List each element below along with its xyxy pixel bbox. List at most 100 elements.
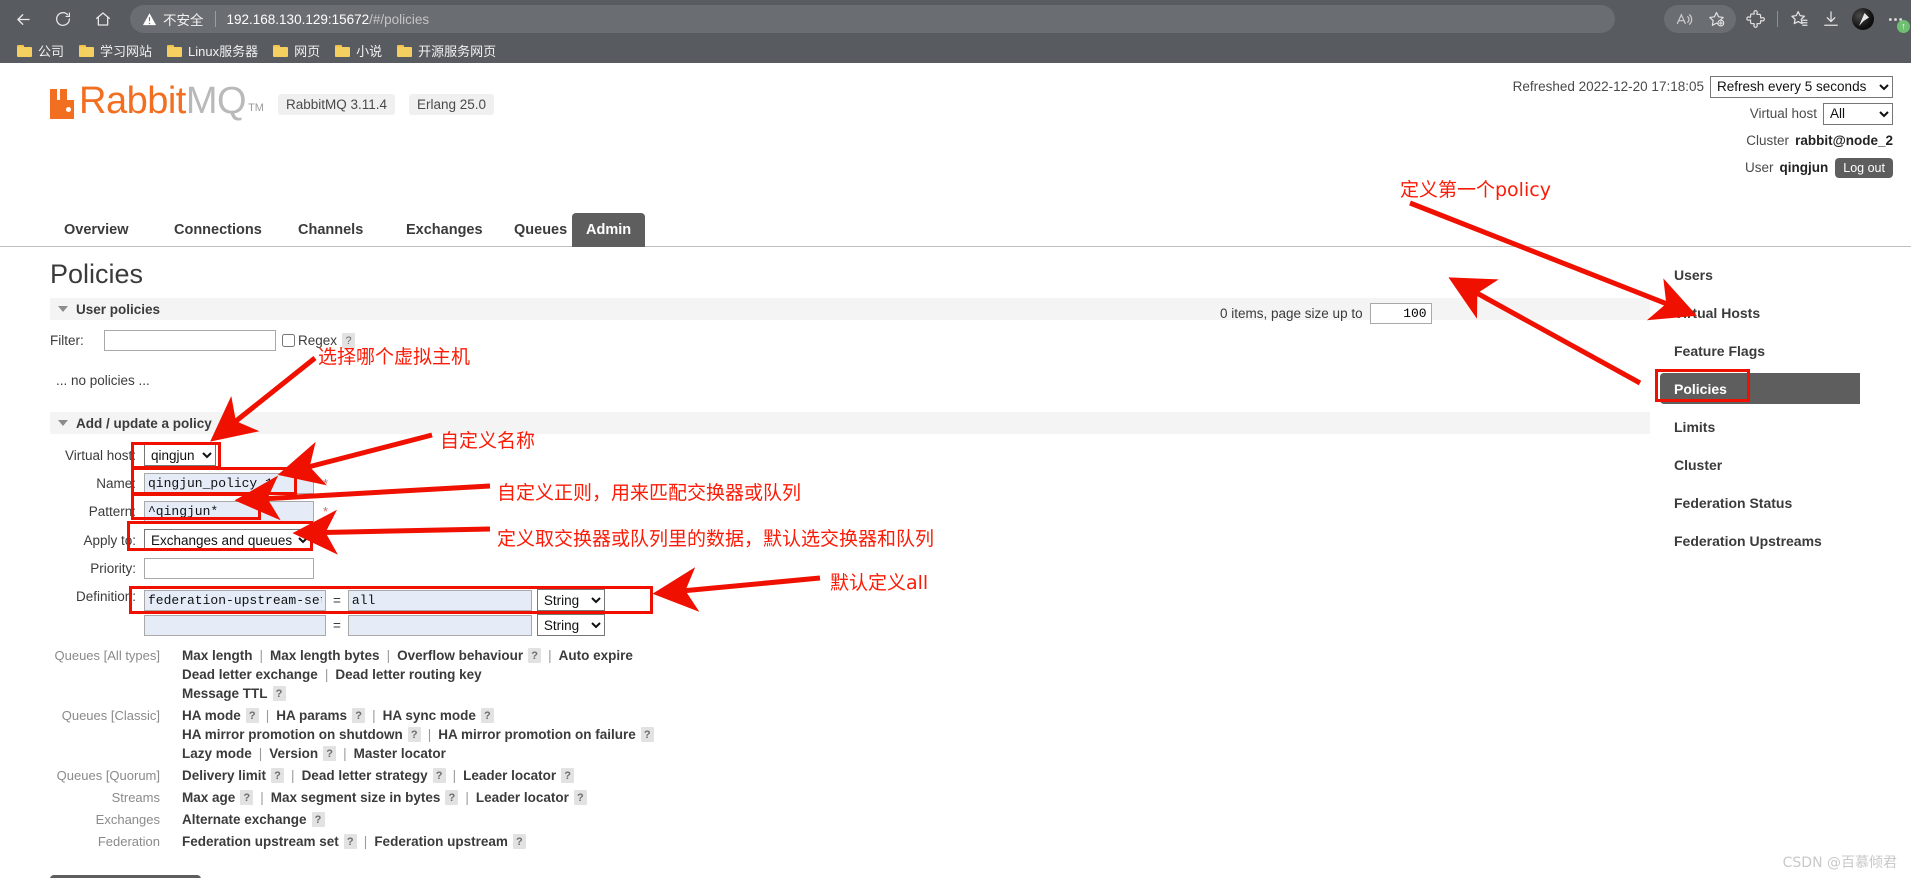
param-link[interactable]: Auto expire bbox=[559, 648, 633, 663]
param-link[interactable]: Leader locator bbox=[463, 768, 556, 783]
logout-button[interactable]: Log out bbox=[1835, 157, 1893, 178]
param-help-icon[interactable]: ? bbox=[432, 768, 446, 783]
tab-exchanges[interactable]: Exchanges bbox=[392, 213, 497, 247]
downloads-icon[interactable] bbox=[1815, 3, 1847, 35]
read-aloud-icon[interactable] bbox=[1668, 3, 1700, 35]
param-link[interactable]: Max length bbox=[182, 648, 253, 663]
param-link[interactable]: Max age bbox=[182, 790, 235, 805]
page-size-input[interactable] bbox=[1369, 303, 1432, 324]
policy-parameter-shortcuts: Queues [All types] Max length | Max length … bbox=[50, 648, 1650, 853]
bookmark-item[interactable]: 开源服务网页 bbox=[390, 40, 503, 62]
add-favorite-icon[interactable] bbox=[1700, 3, 1732, 35]
param-link[interactable]: Message TTL bbox=[182, 686, 268, 701]
regex-checkbox-wrap[interactable]: Regex bbox=[282, 333, 337, 348]
sidebar-item-federation-upstreams[interactable]: Federation Upstreams bbox=[1660, 525, 1860, 556]
param-link[interactable]: HA mode bbox=[182, 708, 241, 723]
param-help-icon[interactable]: ? bbox=[640, 727, 654, 742]
policy-vhost-select[interactable]: qingjun/ bbox=[144, 444, 216, 466]
reload-icon[interactable] bbox=[46, 2, 80, 36]
address-bar[interactable]: 不安全 192.168.130.129:15672/#/policies bbox=[130, 5, 1615, 33]
collapse-caret-icon[interactable] bbox=[58, 306, 68, 312]
back-arrow-icon[interactable] bbox=[6, 2, 40, 36]
tab-channels[interactable]: Channels bbox=[284, 213, 377, 247]
param-link[interactable]: Leader locator bbox=[476, 790, 569, 805]
param-help-icon[interactable]: ? bbox=[352, 708, 366, 723]
tab-admin[interactable]: Admin bbox=[572, 213, 646, 247]
param-help-icon[interactable]: ? bbox=[445, 790, 459, 805]
home-icon[interactable] bbox=[86, 2, 120, 36]
param-help-icon[interactable]: ? bbox=[272, 686, 286, 701]
param-help-icon[interactable]: ? bbox=[343, 834, 357, 849]
tab-connections[interactable]: Connections bbox=[160, 213, 276, 247]
sidebar-item-cluster[interactable]: Cluster bbox=[1660, 449, 1860, 480]
param-link[interactable]: Max length bytes bbox=[270, 648, 380, 663]
param-group-row: Queues [All types] Max length | Max length … bbox=[50, 648, 1650, 705]
sidebar-item-virtual-hosts[interactable]: Virtual Hosts bbox=[1660, 297, 1860, 328]
definition-key-input[interactable] bbox=[144, 614, 326, 636]
policy-pattern-input[interactable] bbox=[144, 501, 314, 522]
param-link[interactable]: Federation upstream bbox=[374, 834, 508, 849]
param-help-icon[interactable]: ? bbox=[480, 708, 494, 723]
sidebar-item-limits[interactable]: Limits bbox=[1660, 411, 1860, 442]
definition-key-input[interactable] bbox=[144, 589, 326, 611]
param-link[interactable]: HA sync mode bbox=[383, 708, 476, 723]
definition-type-select[interactable]: StringNumberBooleanList bbox=[536, 589, 605, 611]
refresh-interval-select[interactable]: Refresh every 5 secondsRefresh every 10 … bbox=[1710, 75, 1893, 98]
tab-queues[interactable]: Queues bbox=[500, 213, 581, 247]
policy-name-input[interactable] bbox=[144, 473, 314, 494]
logo-mq-text: MQ bbox=[185, 80, 247, 122]
bookmark-item[interactable]: 小说 bbox=[328, 40, 389, 62]
rabbitmq-logo[interactable]: RabbitMQ TM RabbitMQ 3.11.4 Erlang 25.0 bbox=[50, 80, 495, 122]
param-help-icon[interactable]: ? bbox=[311, 812, 325, 827]
param-help-icon[interactable]: ? bbox=[512, 834, 526, 849]
param-help-icon[interactable]: ? bbox=[271, 768, 285, 783]
sidebar-item-policies[interactable]: Policies bbox=[1660, 373, 1860, 404]
param-link[interactable]: Version bbox=[269, 746, 318, 761]
bookmark-item[interactable]: 学习网站 bbox=[72, 40, 159, 62]
param-link[interactable]: HA params bbox=[276, 708, 347, 723]
policy-priority-input[interactable] bbox=[144, 558, 314, 579]
profile-avatar-icon[interactable] bbox=[1847, 3, 1879, 35]
param-link[interactable]: Delivery limit bbox=[182, 768, 266, 783]
param-link[interactable]: Overflow behaviour bbox=[397, 648, 523, 663]
extensions-icon[interactable] bbox=[1740, 3, 1772, 35]
param-link[interactable]: Dead letter routing key bbox=[335, 667, 481, 682]
definition-value-input[interactable] bbox=[347, 589, 532, 611]
regex-checkbox[interactable] bbox=[282, 334, 295, 347]
param-help-icon[interactable]: ? bbox=[240, 790, 254, 805]
watermark: CSDN @百慕倾君 bbox=[1782, 855, 1897, 871]
vhost-filter-select[interactable]: All/qingjun bbox=[1823, 102, 1893, 125]
definition-value-input[interactable] bbox=[347, 614, 532, 636]
param-help-icon[interactable]: ? bbox=[561, 768, 575, 783]
filter-input[interactable] bbox=[104, 330, 276, 351]
tab-overview[interactable]: Overview bbox=[50, 213, 143, 247]
sidebar-item-feature-flags[interactable]: Feature Flags bbox=[1660, 335, 1860, 366]
param-help-icon[interactable]: ? bbox=[323, 746, 337, 761]
param-link[interactable]: Federation upstream set bbox=[182, 834, 339, 849]
param-link[interactable]: HA mirror promotion on shutdown bbox=[182, 727, 403, 742]
definition-type-select[interactable]: StringNumberBooleanList bbox=[536, 614, 605, 636]
param-link[interactable]: Max segment size in bytes bbox=[271, 790, 441, 805]
param-link[interactable]: Dead letter exchange bbox=[182, 667, 318, 682]
param-link[interactable]: Alternate exchange bbox=[182, 812, 307, 827]
sidebar-item-federation-status[interactable]: Federation Status bbox=[1660, 487, 1860, 518]
bookmark-item[interactable]: 网页 bbox=[266, 40, 327, 62]
apply-to-select[interactable]: Exchanges and queuesExchangesQueues bbox=[144, 529, 312, 551]
collapse-caret-icon[interactable] bbox=[58, 420, 68, 426]
favorites-icon[interactable] bbox=[1783, 3, 1815, 35]
param-link[interactable]: Dead letter strategy bbox=[302, 768, 428, 783]
add-policy-section-header[interactable]: Add / update a policy bbox=[50, 412, 1650, 434]
param-help-icon[interactable]: ? bbox=[245, 708, 259, 723]
param-help-icon[interactable]: ? bbox=[573, 790, 587, 805]
sidebar-item-users[interactable]: Users bbox=[1660, 259, 1860, 290]
param-help-icon[interactable]: ? bbox=[407, 727, 421, 742]
bookmark-item[interactable]: Linux服务器 bbox=[160, 40, 265, 62]
settings-more-icon[interactable]: ↑ bbox=[1879, 3, 1911, 35]
param-link[interactable]: HA mirror promotion on failure bbox=[438, 727, 636, 742]
bookmark-item[interactable]: 公司 bbox=[10, 40, 71, 62]
avatar[interactable] bbox=[1852, 8, 1874, 30]
regex-help-icon[interactable]: ? bbox=[342, 333, 356, 348]
param-link[interactable]: Lazy mode bbox=[182, 746, 252, 761]
param-help-icon[interactable]: ? bbox=[528, 648, 542, 663]
param-link[interactable]: Master locator bbox=[354, 746, 446, 761]
